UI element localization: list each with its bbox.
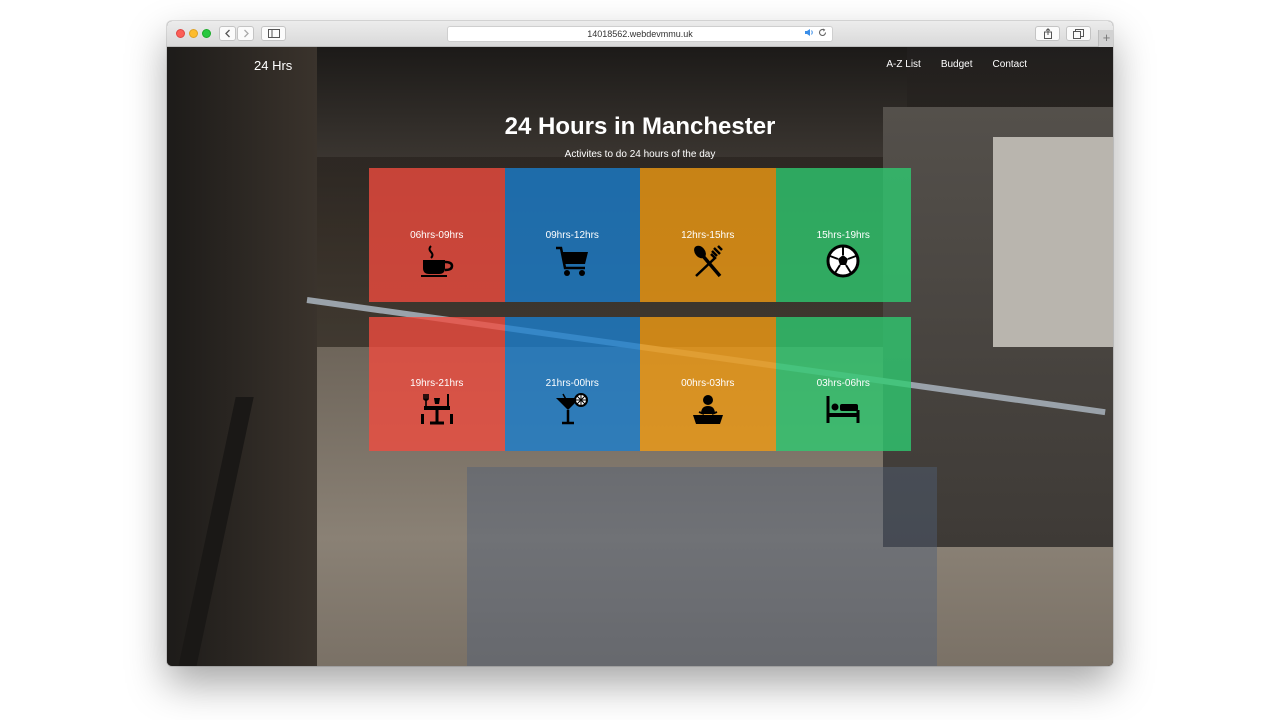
bed-icon xyxy=(825,392,861,426)
cocktail-icon xyxy=(554,392,590,426)
shopping-cart-icon xyxy=(554,244,590,278)
page-title: 24 Hours in Manchester xyxy=(504,113,776,140)
coffee-cup-icon xyxy=(419,244,455,278)
sidebar-button[interactable] xyxy=(261,26,286,41)
football-icon xyxy=(825,244,861,278)
tabs-icon xyxy=(1073,28,1084,39)
nav-budget[interactable]: Budget xyxy=(941,59,973,70)
tile-09-12[interactable]: 09hrs-12hrs xyxy=(504,168,640,302)
tile-21-00[interactable]: 21hrs-00hrs xyxy=(504,317,640,451)
forward-button[interactable] xyxy=(237,26,254,41)
speaker-icon[interactable] xyxy=(804,28,814,37)
tile-19-21[interactable]: 19hrs-21hrs xyxy=(369,317,505,451)
share-icon xyxy=(1043,28,1052,39)
main-nav: A-Z List Budget Contact xyxy=(886,59,1027,70)
time-tile-grid: 06hrs-09hrs 09hrs-12hrs 12hrs-15hrs 15hr… xyxy=(369,168,911,453)
tile-06-09[interactable]: 06hrs-09hrs xyxy=(369,168,505,302)
site-logo[interactable]: 24 Hrs xyxy=(254,58,292,73)
nav-az-list[interactable]: A-Z List xyxy=(886,59,920,70)
back-button[interactable] xyxy=(219,26,236,41)
dj-icon xyxy=(690,392,726,426)
reload-icon[interactable] xyxy=(818,28,827,37)
tile-label: 00hrs-03hrs xyxy=(681,378,735,389)
tile-label: 21hrs-00hrs xyxy=(545,378,599,389)
nav-contact[interactable]: Contact xyxy=(993,59,1027,70)
tile-00-03[interactable]: 00hrs-03hrs xyxy=(640,317,776,451)
dinner-table-icon xyxy=(419,392,455,426)
minimize-window-button[interactable] xyxy=(189,29,198,38)
fork-spoon-icon xyxy=(690,244,726,278)
address-text: 14018562.webdevmmu.uk xyxy=(587,29,693,39)
tile-label: 03hrs-06hrs xyxy=(816,378,870,389)
tile-label: 19hrs-21hrs xyxy=(410,378,464,389)
background-glass-balustrade xyxy=(467,467,937,666)
browser-toolbar: 14018562.webdevmmu.uk + xyxy=(167,21,1113,47)
plus-icon: + xyxy=(1102,30,1111,45)
browser-window: 14018562.webdevmmu.uk + 24 Hrs A-Z List … xyxy=(167,21,1113,666)
tile-label: 06hrs-09hrs xyxy=(410,230,464,241)
background-shopfront xyxy=(993,137,1113,347)
share-button[interactable] xyxy=(1035,26,1060,41)
tile-label: 15hrs-19hrs xyxy=(816,230,870,241)
tile-label: 09hrs-12hrs xyxy=(545,230,599,241)
chevron-left-icon xyxy=(224,29,230,38)
new-tab-button[interactable]: + xyxy=(1098,30,1113,47)
chevron-right-icon xyxy=(243,29,249,38)
tile-12-15[interactable]: 12hrs-15hrs xyxy=(640,168,776,302)
page-subtitle: Activites to do 24 hours of the day xyxy=(564,149,716,160)
tabs-button[interactable] xyxy=(1066,26,1091,41)
tile-03-06[interactable]: 03hrs-06hrs xyxy=(775,317,911,451)
address-bar[interactable]: 14018562.webdevmmu.uk xyxy=(447,26,833,42)
close-window-button[interactable] xyxy=(176,29,185,38)
sidebar-icon xyxy=(267,29,280,38)
zoom-window-button[interactable] xyxy=(202,29,211,38)
tile-15-19[interactable]: 15hrs-19hrs xyxy=(775,168,911,302)
web-page: 24 Hrs A-Z List Budget Contact 24 Hours … xyxy=(167,47,1113,666)
tile-label: 12hrs-15hrs xyxy=(681,230,735,241)
